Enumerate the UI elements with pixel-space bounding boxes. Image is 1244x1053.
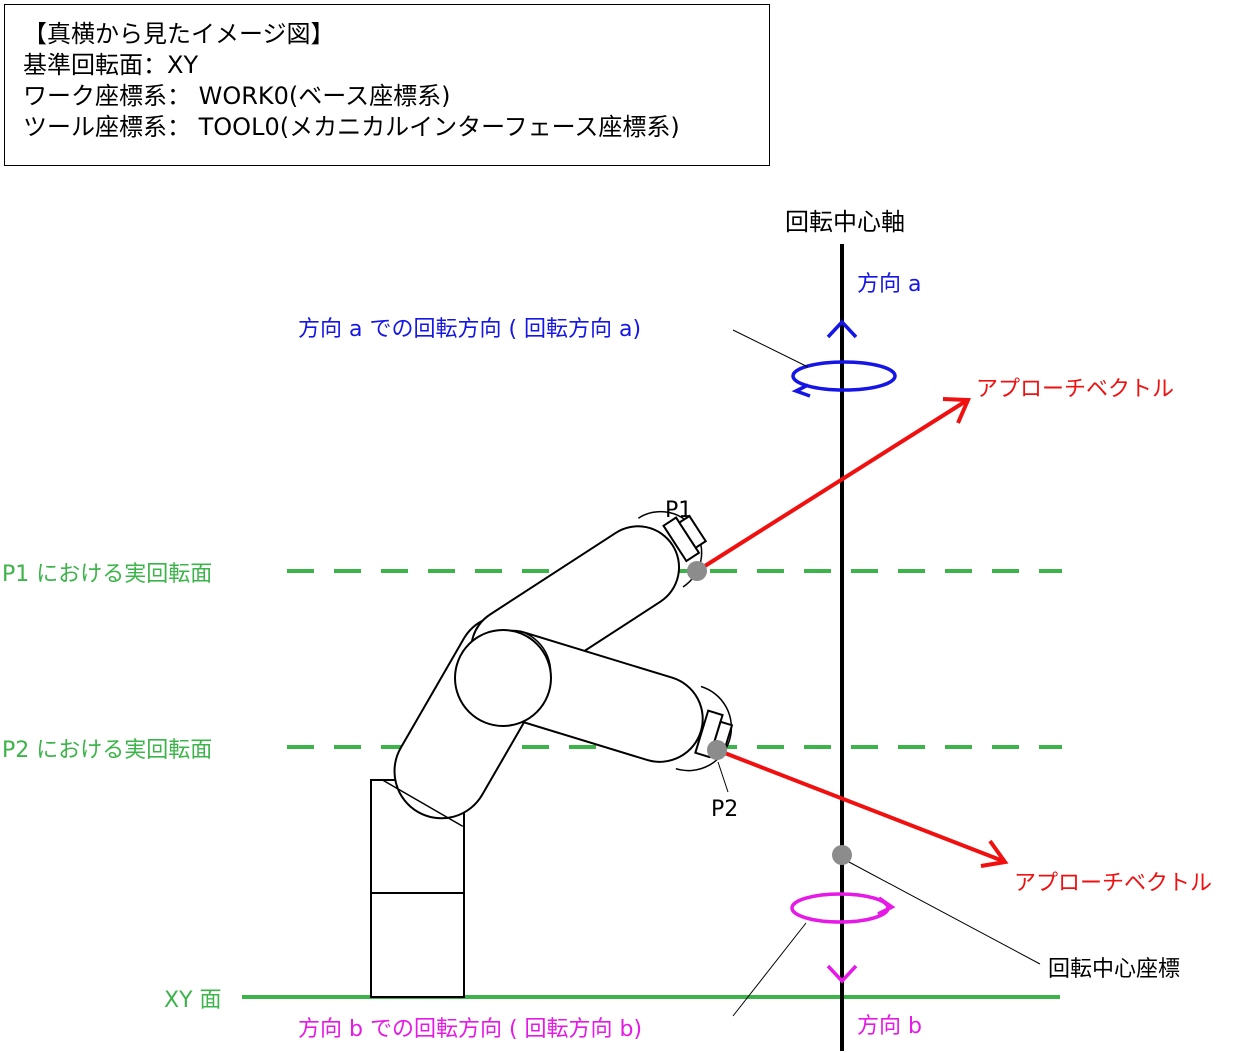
p2-plane-label: P2 における実回転面 (2, 738, 212, 763)
rotation-center-label: 回転中心座標 (1048, 957, 1180, 982)
direction-b-label: 方向 b (857, 1014, 922, 1039)
rotation-b-label: 方向 b での回転方向 ( 回転方向 b) (298, 1017, 642, 1042)
diagram-canvas: 回転中心軸 方向 a 方向 a での回転方向 ( 回転方向 a) アプローチベク… (2, 208, 1212, 1051)
rotation-axis-label: 回転中心軸 (785, 208, 905, 236)
robot-elbow-joint (454, 629, 552, 727)
p1-plane-label: P1 における実回転面 (2, 562, 212, 587)
approach-vector-2-label: アプローチベクトル (1014, 871, 1212, 896)
leader-p2 (717, 761, 729, 793)
leader-rotation-a (732, 329, 809, 368)
p1-label: P1 (665, 498, 692, 523)
approach-vector-1 (695, 397, 971, 573)
p2-label: P2 (711, 797, 738, 822)
approach-vector-1-label: アプローチベクトル (976, 377, 1174, 402)
leader-rotation-b (732, 922, 807, 1017)
approach-vector-2 (716, 748, 1009, 868)
xy-plane-label: XY 面 (164, 988, 222, 1013)
direction-a-label: 方向 a (857, 272, 921, 297)
rotation-a-label: 方向 a での回転方向 ( 回転方向 a) (298, 317, 641, 342)
p1-point (687, 561, 707, 581)
p2-point (707, 740, 727, 760)
